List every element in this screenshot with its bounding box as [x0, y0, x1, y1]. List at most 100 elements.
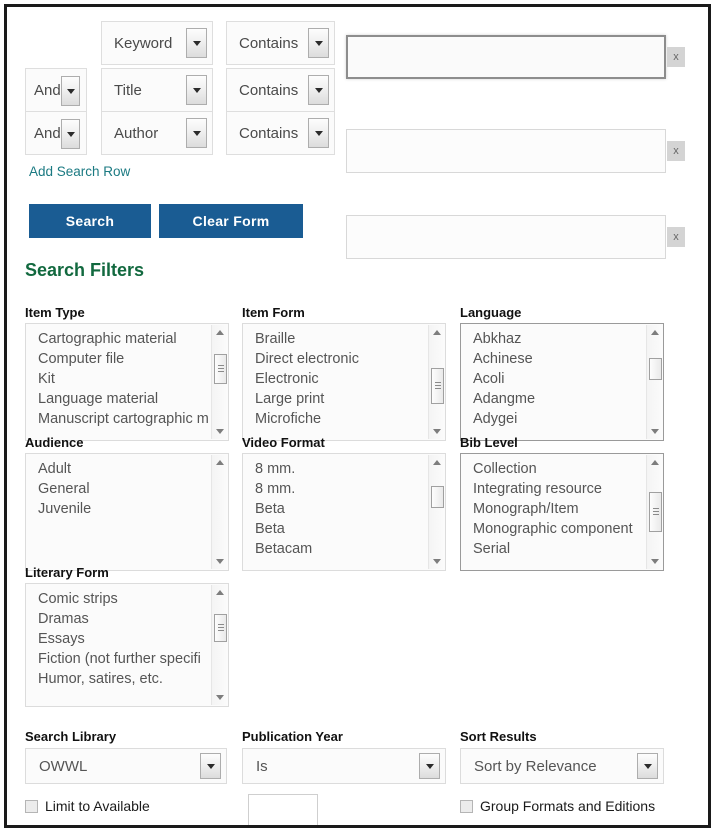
scroll-down-icon[interactable] — [429, 554, 445, 569]
filter-option[interactable]: Beta — [243, 519, 445, 539]
filter-option[interactable]: Large print — [243, 389, 445, 409]
operator-select-0[interactable]: Contains — [226, 21, 335, 65]
scrollbar-thumb[interactable] — [649, 358, 662, 380]
field-select-1[interactable]: Title — [101, 68, 213, 112]
filter-option[interactable]: Adangme — [461, 389, 663, 409]
filter-listbox[interactable]: 8 mm. 8 mm. Beta Beta Betacam — [242, 453, 446, 571]
limit-to-available-row[interactable]: Limit to Available — [25, 798, 150, 814]
filter-option[interactable]: Serial — [461, 539, 663, 559]
add-search-row-link[interactable]: Add Search Row — [29, 164, 130, 179]
search-term-input-2[interactable] — [346, 215, 666, 259]
filter-option[interactable]: Language material — [26, 389, 228, 409]
scroll-up-icon[interactable] — [647, 325, 663, 340]
publication-year-input[interactable] — [248, 794, 318, 825]
boolean-select-1[interactable]: And — [25, 68, 87, 112]
filter-option[interactable]: Comic strips — [26, 589, 228, 609]
filter-option[interactable]: General — [26, 479, 228, 499]
filter-listbox[interactable]: Cartographic material Computer file Kit Lan… — [25, 323, 229, 441]
filter-option[interactable]: Collection — [461, 459, 663, 479]
filter-option[interactable]: Fiction (not further specifi — [26, 649, 228, 669]
filter-listbox[interactable]: Braille Direct electronic Electronic Large … — [242, 323, 446, 441]
publication-year-operator-select[interactable]: Is — [242, 748, 446, 784]
listbox-scrollbar[interactable] — [646, 325, 662, 439]
scroll-up-icon[interactable] — [429, 325, 445, 340]
listbox-scrollbar[interactable] — [646, 455, 662, 569]
filter-option[interactable]: Acoli — [461, 369, 663, 389]
filter-option[interactable]: Monograph/Item — [461, 499, 663, 519]
filter-option[interactable]: Adult — [26, 459, 228, 479]
filter-listbox[interactable]: Collection Integrating resource Monograph/… — [460, 453, 664, 571]
filter-listbox[interactable]: Adult General Juvenile — [25, 453, 229, 571]
chevron-down-icon[interactable] — [308, 118, 329, 148]
filter-option[interactable]: Achinese — [461, 349, 663, 369]
filter-option[interactable]: Electronic — [243, 369, 445, 389]
filter-option[interactable]: Dramas — [26, 609, 228, 629]
search-library-select[interactable]: OWWL — [25, 748, 227, 784]
filter-listbox[interactable]: Comic strips Dramas Essays Fiction (not fur… — [25, 583, 229, 707]
filter-listbox[interactable]: Abkhaz Achinese Acoli Adangme Adygei — [460, 323, 664, 441]
filter-option[interactable]: Kit — [26, 369, 228, 389]
remove-row-button-0[interactable]: x — [667, 47, 685, 67]
field-select-0[interactable]: Keyword — [101, 21, 213, 65]
scroll-down-icon[interactable] — [212, 690, 228, 705]
remove-row-button-2[interactable]: x — [667, 227, 685, 247]
operator-select-1[interactable]: Contains — [226, 68, 335, 112]
filter-option[interactable]: Essays — [26, 629, 228, 649]
scrollbar-thumb[interactable] — [649, 492, 662, 532]
chevron-down-icon[interactable] — [186, 75, 207, 105]
filter-option[interactable]: Juvenile — [26, 499, 228, 519]
scroll-up-icon[interactable] — [647, 455, 663, 470]
filter-option[interactable]: 8 mm. — [243, 459, 445, 479]
clear-form-button[interactable]: Clear Form — [159, 204, 303, 238]
listbox-scrollbar[interactable] — [211, 455, 227, 569]
filter-option[interactable]: Humor, satires, etc. — [26, 669, 228, 689]
filter-option[interactable]: Braille — [243, 329, 445, 349]
scroll-up-icon[interactable] — [212, 455, 228, 470]
scrollbar-thumb[interactable] — [431, 486, 444, 508]
chevron-down-icon[interactable] — [308, 75, 329, 105]
boolean-select-2[interactable]: And — [25, 111, 87, 155]
scroll-down-icon[interactable] — [647, 554, 663, 569]
chevron-down-icon[interactable] — [186, 118, 207, 148]
scroll-up-icon[interactable] — [429, 455, 445, 470]
remove-row-button-1[interactable]: x — [667, 141, 685, 161]
filter-option[interactable]: Beta — [243, 499, 445, 519]
listbox-scrollbar[interactable] — [211, 325, 227, 439]
filter-option[interactable]: Monographic component — [461, 519, 663, 539]
filter-option[interactable]: Manuscript cartographic m — [26, 409, 228, 429]
filter-option[interactable]: Adygei — [461, 409, 663, 429]
filter-option[interactable]: Direct electronic — [243, 349, 445, 369]
filter-option[interactable]: Integrating resource — [461, 479, 663, 499]
listbox-scrollbar[interactable] — [428, 325, 444, 439]
search-term-input-1[interactable] — [346, 129, 666, 173]
chevron-down-icon[interactable] — [186, 28, 207, 58]
field-select-2[interactable]: Author — [101, 111, 213, 155]
scrollbar-thumb[interactable] — [214, 614, 227, 642]
chevron-down-icon[interactable] — [419, 753, 440, 779]
chevron-down-icon[interactable] — [61, 76, 80, 106]
listbox-scrollbar[interactable] — [428, 455, 444, 569]
chevron-down-icon[interactable] — [308, 28, 329, 58]
listbox-scrollbar[interactable] — [211, 585, 227, 705]
sort-results-select[interactable]: Sort by Relevance — [460, 748, 664, 784]
scrollbar-thumb[interactable] — [214, 354, 227, 384]
scrollbar-thumb[interactable] — [431, 368, 444, 404]
filter-option[interactable]: Betacam — [243, 539, 445, 559]
search-button[interactable]: Search — [29, 204, 151, 238]
filter-option[interactable]: Computer file — [26, 349, 228, 369]
group-formats-row[interactable]: Group Formats and Editions — [460, 798, 655, 814]
operator-select-2[interactable]: Contains — [226, 111, 335, 155]
chevron-down-icon[interactable] — [637, 753, 658, 779]
search-term-input-0[interactable] — [346, 35, 666, 79]
filter-option[interactable]: Microfiche — [243, 409, 445, 429]
filter-option[interactable]: Cartographic material — [26, 329, 228, 349]
group-formats-checkbox[interactable] — [460, 799, 473, 813]
chevron-down-icon[interactable] — [200, 753, 221, 779]
limit-to-available-checkbox[interactable] — [25, 799, 38, 813]
filter-option[interactable]: 8 mm. — [243, 479, 445, 499]
operator-select-value-1: Contains — [239, 81, 299, 99]
scroll-up-icon[interactable] — [212, 585, 228, 600]
filter-option[interactable]: Abkhaz — [461, 329, 663, 349]
scroll-up-icon[interactable] — [212, 325, 228, 340]
chevron-down-icon[interactable] — [61, 119, 80, 149]
